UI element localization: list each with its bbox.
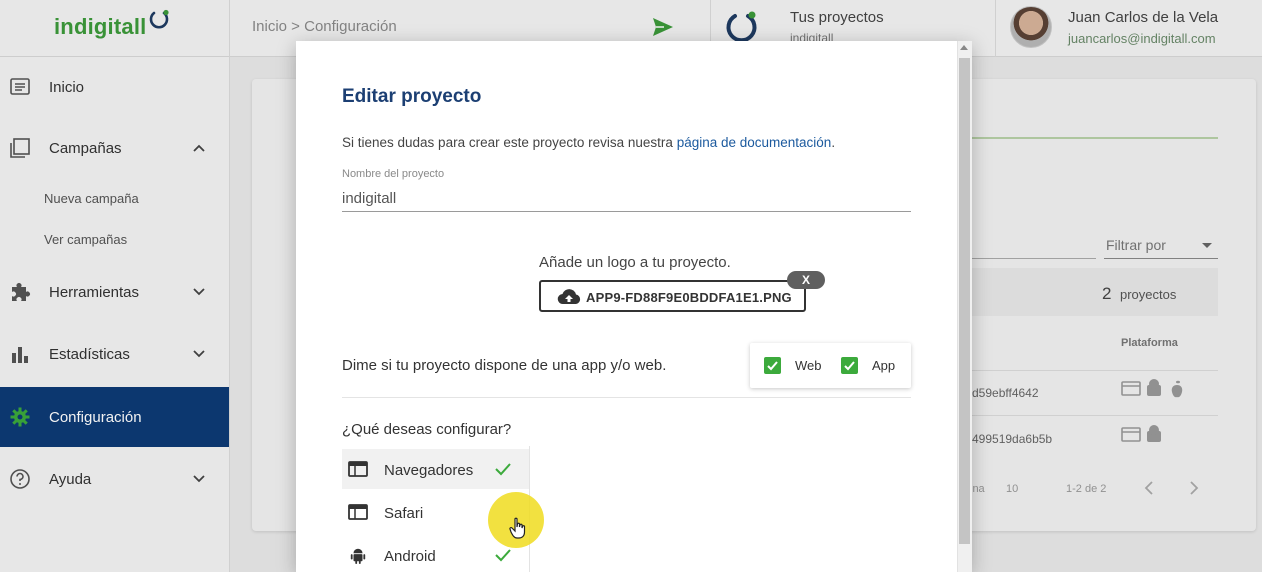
check-icon (767, 361, 778, 371)
scroll-up-arrow-icon[interactable] (960, 45, 968, 50)
logo-upload-label: Añade un logo a tu proyecto. (539, 254, 731, 271)
app-label[interactable]: App (872, 358, 895, 373)
check-icon (844, 361, 855, 371)
remove-logo-button[interactable]: X (787, 271, 825, 289)
section-divider (342, 397, 911, 398)
config-item-label: Navegadores (384, 462, 474, 479)
android-icon (350, 548, 366, 564)
browser-window-icon (348, 504, 368, 520)
project-name-label: Nombre del proyecto (342, 168, 445, 180)
check-icon (495, 463, 511, 476)
config-question: ¿Qué deseas configurar? (342, 421, 512, 438)
project-name-input[interactable] (342, 186, 911, 212)
hand-cursor-icon (509, 517, 526, 539)
app-checkbox[interactable] (841, 357, 858, 374)
help-text-end: . (831, 135, 836, 150)
web-label[interactable]: Web (795, 358, 822, 373)
logo-file-name: APP9-FD88F9E0BDDFA1E1.PNG (586, 290, 792, 305)
config-item-label: Android (384, 548, 436, 565)
web-checkbox[interactable] (764, 357, 781, 374)
modal-title: Editar proyecto (342, 86, 482, 107)
logo-upload-button[interactable]: APP9-FD88F9E0BDDFA1E1.PNG (539, 280, 806, 312)
help-text: Si tienes dudas para crear este proyecto… (342, 135, 835, 150)
help-text-body: Si tienes dudas para crear este proyecto… (342, 135, 677, 150)
scrollbar-thumb[interactable] (959, 58, 970, 544)
config-item-navegadores[interactable]: Navegadores (342, 449, 529, 489)
cloud-upload-icon (557, 289, 581, 305)
config-item-label: Safari (384, 505, 424, 522)
browser-window-icon (348, 461, 368, 477)
platform-question: Dime si tu proyecto dispone de una app y… (342, 357, 667, 374)
platform-options: Web App (750, 343, 911, 388)
check-icon (495, 549, 511, 562)
documentation-link[interactable]: página de documentación (677, 135, 832, 150)
